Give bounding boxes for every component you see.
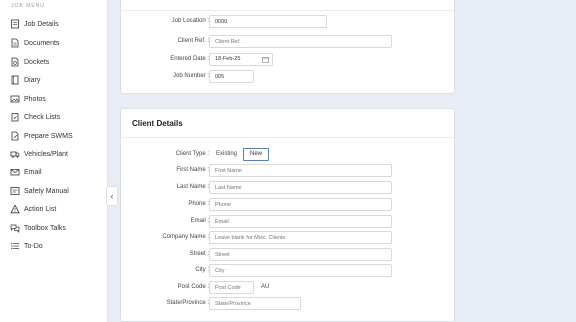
country-code: AU <box>261 284 270 290</box>
email-label: Email : <box>190 218 209 224</box>
sidebar-item-dockets[interactable]: Dockets <box>10 55 49 69</box>
job-location-label: Job Location : <box>171 18 209 24</box>
sidebar-item-label: Check Lists <box>24 113 61 121</box>
sidebar-item-label: Toolbox Talks <box>24 224 66 232</box>
entered-date-field[interactable]: 18-Feb-25 <box>209 53 273 66</box>
sidebar-item-prepare-swms[interactable]: Prepare SWMS <box>10 129 73 143</box>
documents-icon <box>11 38 19 48</box>
card-divider <box>121 10 454 11</box>
chat-icon <box>10 224 20 233</box>
company-name-label: Company Name : <box>162 234 209 240</box>
collapse-sidebar-button[interactable]: ‹ <box>106 186 118 206</box>
client-type-new-button[interactable]: New <box>243 148 269 161</box>
state-field[interactable] <box>209 297 301 310</box>
client-details-title: Client Details <box>132 119 183 128</box>
swms-icon <box>11 131 19 141</box>
sidebar-item-documents[interactable]: Documents <box>10 36 59 50</box>
job-menu-title: JOB MENU <box>11 3 45 9</box>
sidebar-item-label: Action List <box>24 205 57 213</box>
truck-icon <box>10 151 20 158</box>
client-ref-field[interactable] <box>209 35 392 48</box>
job-menu-sidebar: JOB MENU Job Details Documents Dockets D… <box>0 0 108 322</box>
job-number-field[interactable] <box>209 70 254 83</box>
calendar-icon[interactable] <box>262 56 269 63</box>
sidebar-item-photos[interactable]: Photos <box>10 92 46 106</box>
post-code-field[interactable] <box>209 281 254 294</box>
client-ref-label: Client Ref. : <box>177 38 209 44</box>
job-details-card: Job Location : Client Ref. : Entered Dat… <box>120 0 455 94</box>
sidebar-item-label: Prepare SWMS <box>24 132 73 140</box>
dockets-icon <box>11 57 19 67</box>
sidebar-item-action-list[interactable]: Action List <box>10 202 56 216</box>
company-name-field[interactable] <box>209 231 392 244</box>
last-name-label: Last Name : <box>176 184 209 190</box>
post-code-label: Post Code : <box>177 284 209 290</box>
entered-date-label: Entered Date : <box>170 56 209 62</box>
client-type-existing-option[interactable]: Existing <box>216 151 237 157</box>
sidebar-item-label: To-Do <box>24 242 43 250</box>
sidebar-item-job-details[interactable]: Job Details <box>10 17 59 31</box>
warning-icon <box>10 204 20 214</box>
sidebar-item-toolbox-talks[interactable]: Toolbox Talks <box>10 221 66 235</box>
sidebar-item-safety-manual[interactable]: Safety Manual <box>10 184 69 198</box>
sidebar-item-label: Vehicles/Plant <box>24 150 68 158</box>
sidebar-item-vehicles-plant[interactable]: Vehicles/Plant <box>10 147 68 161</box>
job-location-field[interactable] <box>209 15 327 28</box>
email-icon <box>10 169 20 176</box>
client-type-label: Client Type : <box>175 151 209 157</box>
phone-label: Phone : <box>188 201 209 207</box>
sidebar-item-label: Photos <box>24 95 46 103</box>
card-divider <box>121 137 454 138</box>
client-details-card: Client Details Client Type : Existing Ne… <box>120 108 455 322</box>
checklist-icon <box>11 113 19 122</box>
sidebar-item-label: Diary <box>24 76 41 84</box>
state-label: State/Province : <box>166 300 209 306</box>
sidebar-item-label: Documents <box>24 39 60 47</box>
todo-icon <box>11 242 19 250</box>
city-field[interactable] <box>209 264 392 277</box>
street-label: Street : <box>189 251 209 257</box>
sidebar-item-check-lists[interactable]: Check Lists <box>10 110 60 124</box>
chevron-left-icon: ‹ <box>110 191 114 201</box>
sidebar-item-diary[interactable]: Diary <box>10 73 40 87</box>
sidebar-item-label: Safety Manual <box>24 187 69 195</box>
phone-field[interactable] <box>209 198 392 211</box>
sidebar-item-email[interactable]: Email <box>10 165 42 179</box>
entered-date-value: 18-Feb-25 <box>215 56 241 62</box>
sidebar-item-to-do[interactable]: To-Do <box>10 239 43 253</box>
sidebar-item-label: Job Details <box>24 20 59 28</box>
job-number-label: Job Number : <box>172 73 209 79</box>
photos-icon <box>10 95 20 103</box>
first-name-field[interactable] <box>209 164 392 177</box>
street-field[interactable] <box>209 248 392 261</box>
last-name-field[interactable] <box>209 181 392 194</box>
safety-manual-icon <box>10 187 20 195</box>
sidebar-item-label: Email <box>24 168 42 176</box>
diary-icon <box>11 75 19 85</box>
city-label: City : <box>195 267 209 273</box>
sidebar-item-label: Dockets <box>24 58 50 66</box>
first-name-label: First Name : <box>176 167 209 173</box>
job-details-icon <box>11 19 19 29</box>
email-field[interactable] <box>209 215 392 228</box>
